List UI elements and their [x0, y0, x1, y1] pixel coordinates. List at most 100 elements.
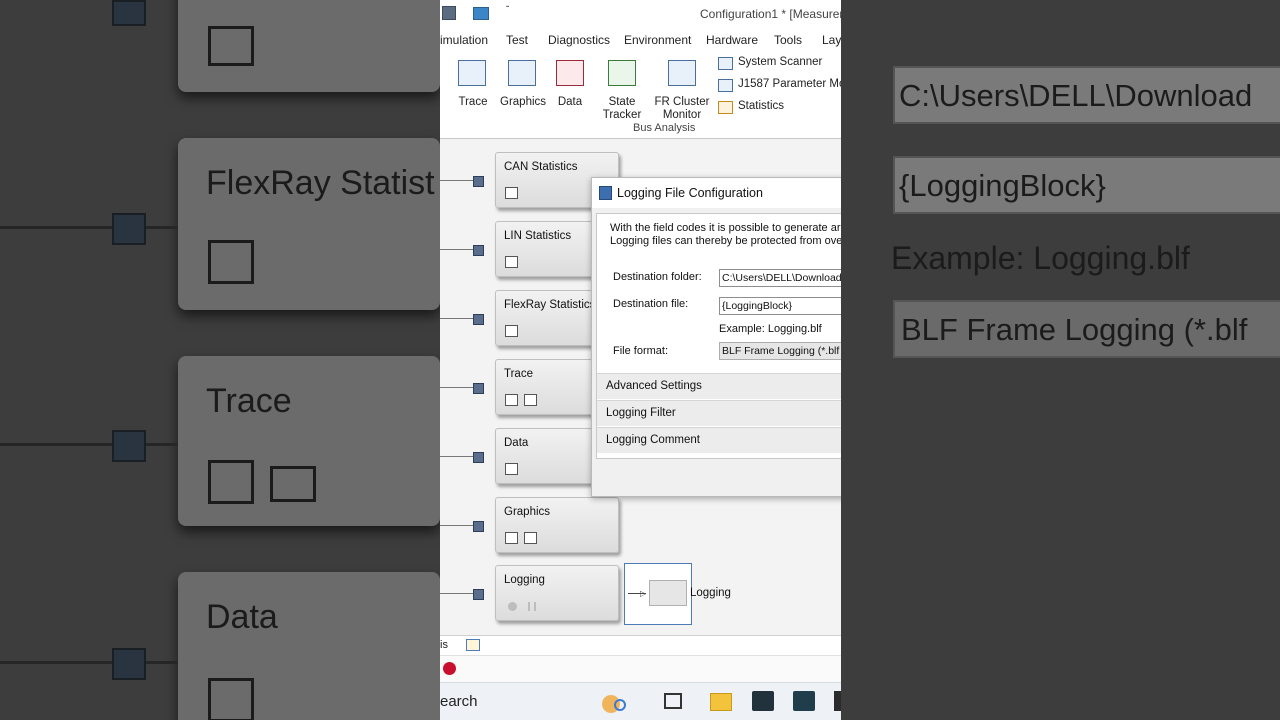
bg-file-field: {LoggingBlock} — [893, 156, 1280, 214]
file-format-select[interactable]: BLF Frame Logging (*.blf — [719, 342, 841, 360]
section-label: Logging Comment — [606, 434, 700, 446]
block-node[interactable] — [473, 589, 484, 600]
block-logging[interactable]: Logging — [495, 565, 619, 621]
destination-file-field[interactable]: {LoggingBlock} — [719, 297, 841, 315]
taskbar-search[interactable]: earch — [440, 693, 478, 710]
data-icon — [556, 60, 584, 86]
bg-node — [112, 0, 146, 26]
statistics-button[interactable]: Statistics — [718, 99, 841, 117]
bg-connector — [0, 443, 178, 446]
save-icon[interactable] — [442, 6, 456, 20]
logging-comment-section[interactable]: Logging Comment — [597, 427, 841, 453]
canoe-window: ⁃ Configuration1 * [Measureme imulation … — [440, 0, 841, 720]
fr-cluster-monitor-icon — [668, 60, 696, 86]
bg-node — [112, 648, 146, 680]
advanced-settings-section[interactable]: Advanced Settings — [597, 373, 841, 399]
task-view-icon[interactable] — [664, 693, 682, 709]
vector-logo-icon[interactable] — [443, 662, 456, 675]
bg-data-icon — [208, 678, 254, 720]
dialog-description-1: With the field codes it is possible to g… — [610, 222, 841, 234]
system-scanner-button[interactable]: System Scanner — [718, 55, 841, 73]
status-bar: is — [440, 635, 841, 656]
file-explorer-icon[interactable] — [710, 693, 732, 711]
dialog-title-bar: Logging File Configuration — [592, 178, 841, 208]
statistics-window-icon[interactable] — [505, 187, 518, 199]
data-button[interactable]: Data — [552, 56, 588, 112]
fr-cluster-label-2: Monitor — [662, 109, 702, 121]
bg-block-data: Data — [178, 572, 440, 720]
block-node[interactable] — [473, 452, 484, 463]
dialog-file-icon — [599, 186, 612, 200]
bg-text-data: Data — [206, 598, 278, 636]
block-graphics[interactable]: Graphics — [495, 497, 619, 553]
graphics-button-label: Graphics — [500, 96, 547, 108]
graphics-window-icon[interactable] — [505, 532, 518, 544]
trace-button[interactable]: Trace — [453, 56, 493, 112]
app-icon-2[interactable] — [793, 691, 815, 711]
tab-layout[interactable]: Lay — [822, 33, 841, 47]
pause-icon[interactable] — [528, 602, 536, 611]
block-node[interactable] — [473, 521, 484, 532]
tab-environment[interactable]: Environment — [624, 33, 691, 47]
statistics-window-icon[interactable] — [505, 325, 518, 337]
statistics-icon — [718, 101, 733, 114]
block-node[interactable] — [473, 176, 484, 187]
bg-text-trace: Trace — [206, 382, 292, 420]
trace-icon — [458, 60, 486, 86]
file-format-label: File format: — [613, 345, 669, 357]
bg-connector — [0, 226, 178, 229]
statistics-window-icon[interactable] — [505, 256, 518, 268]
list-icon[interactable] — [524, 394, 537, 406]
tab-test[interactable]: Test — [506, 33, 528, 47]
state-tracker-label-2: Tracker — [602, 109, 642, 121]
dialog-description-2: Logging files can thereby be protected f… — [610, 235, 841, 247]
destination-file-label: Destination file: — [613, 298, 689, 310]
state-tracker-button[interactable]: State Tracker — [596, 56, 648, 121]
logging-filter-section[interactable]: Logging Filter — [597, 400, 841, 426]
bg-trace-icon — [208, 460, 254, 504]
bg-text-folder: C:\Users\DELL\Download — [899, 78, 1253, 113]
open-folder-icon[interactable] — [473, 7, 489, 20]
status-bar-secondary — [440, 655, 841, 683]
block-node[interactable] — [473, 314, 484, 325]
qat-dropdown-icon[interactable]: ⁃ — [505, 2, 510, 13]
graphics-button[interactable]: Graphics — [500, 56, 547, 112]
bg-folder-field: C:\Users\DELL\Download — [893, 66, 1280, 124]
bg-connector — [0, 661, 178, 664]
logging-file-configuration-dialog: Logging File Configuration With the fiel… — [591, 177, 841, 497]
j1587-parameter-monitor-button[interactable]: J1587 Parameter Mon — [718, 77, 841, 95]
background-right-panel: C:\Users\DELL\Download {LoggingBlock} Ex… — [841, 0, 1280, 720]
desktop-icon[interactable] — [466, 639, 480, 651]
ribbon-group-label: Bus Analysis — [633, 122, 696, 134]
logging-file-node[interactable]: ▷ — [624, 563, 692, 625]
app-icon-3[interactable] — [834, 691, 841, 711]
block-label: LIN Statistics — [504, 230, 572, 242]
destination-folder-field[interactable]: C:\Users\DELL\Download — [719, 269, 841, 287]
fr-cluster-label-1: FR Cluster — [654, 96, 710, 108]
trace-button-label: Trace — [458, 96, 488, 108]
block-label: CAN Statistics — [504, 161, 578, 173]
tab-diagnostics[interactable]: Diagnostics — [548, 33, 610, 47]
tab-hardware[interactable]: Hardware — [706, 33, 758, 47]
bg-block-flexray: FlexRay Statist — [178, 138, 440, 310]
tab-simulation[interactable]: imulation — [440, 33, 488, 47]
data-window-icon[interactable] — [505, 463, 518, 475]
folder-icon — [649, 580, 687, 606]
fr-cluster-monitor-button[interactable]: FR Cluster Monitor — [654, 56, 710, 121]
record-icon[interactable] — [508, 602, 517, 611]
trace-window-icon[interactable] — [505, 394, 518, 406]
tab-tools[interactable]: Tools — [774, 33, 802, 47]
list-icon[interactable] — [524, 532, 537, 544]
block-node[interactable] — [473, 245, 484, 256]
state-tracker-label-1: State — [608, 96, 636, 108]
bg-node — [112, 430, 146, 462]
app-icon-1[interactable] — [752, 691, 774, 711]
taskbar: earch — [440, 682, 841, 720]
bg-format-field: BLF Frame Logging (*.blf — [893, 300, 1280, 358]
block-label: Data — [504, 437, 529, 449]
status-text: is — [440, 639, 448, 651]
block-label: Logging — [504, 574, 545, 586]
j1587-label: J1587 Parameter Mon — [738, 78, 841, 90]
background-left-panel: FlexRay Statist Trace Data — [0, 0, 440, 720]
block-node[interactable] — [473, 383, 484, 394]
